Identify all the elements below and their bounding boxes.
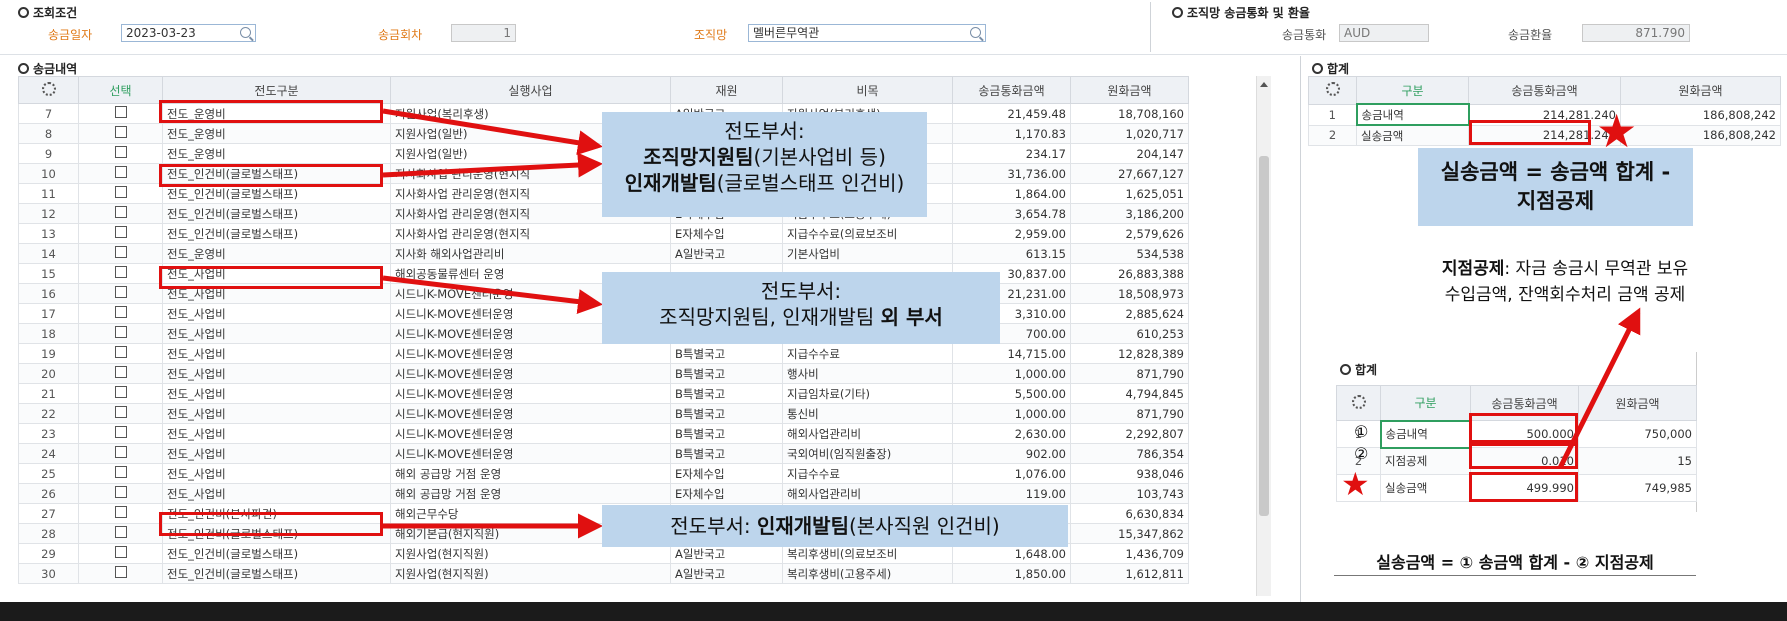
callout-text: 조직망지원팀, 인재개발팀 bbox=[659, 305, 881, 329]
formula-line: 지점공제 bbox=[1516, 189, 1595, 213]
callout-line: 조직망지원팀(기본사업비 등) bbox=[602, 144, 927, 170]
arrow-row7 bbox=[382, 108, 603, 156]
formula-callout: 실송금액 = 송금액 합계 - 지점공제 bbox=[1418, 148, 1693, 226]
callout-text: (글로벌스태프 인건비) bbox=[716, 171, 905, 195]
callout-bold: 인재개발팀 bbox=[756, 514, 849, 538]
callout-dept-3: 전도부서: 인재개발팀(본사직원 인건비) bbox=[602, 505, 1068, 547]
arrow-row15 bbox=[382, 275, 603, 315]
callout-text: 전도부서: bbox=[670, 514, 757, 538]
deduct-note-bold: 지점공제 bbox=[1441, 259, 1505, 279]
callout-line: 조직망지원팀, 인재개발팀 외 부서 bbox=[602, 304, 1000, 330]
callout-dept-2: 전도부서: 조직망지원팀, 인재개발팀 외 부서 bbox=[602, 272, 1000, 344]
arrow-deduct bbox=[1557, 307, 1641, 470]
circle-marker-1: ① bbox=[1354, 422, 1369, 441]
callout-bold: 인재개발팀 bbox=[624, 171, 717, 195]
callout-line: 인재개발팀(글로벌스태프 인건비) bbox=[602, 170, 927, 196]
callout-line: 전도부서: bbox=[760, 279, 842, 303]
formula-line: 실송금액 = 송금액 합계 - bbox=[1440, 160, 1671, 184]
bottom-formula: 실송금액 = ① 송금액 합계 - ② 지점공제 bbox=[1376, 553, 1654, 572]
callout-text: (본사직원 인건비) bbox=[848, 514, 1000, 538]
deduct-note-text: : 자금 송금시 무역관 보유 bbox=[1504, 259, 1689, 279]
deduct-note-line: 지점공제: 자금 송금시 무역관 보유 bbox=[1400, 256, 1730, 282]
callout-bold: 조직망지원팀 bbox=[643, 145, 754, 169]
star-icon: ★ bbox=[1596, 104, 1638, 158]
arrow-row10 bbox=[382, 152, 603, 178]
inset-divider bbox=[1334, 575, 1696, 576]
star-icon: ★ bbox=[1341, 465, 1370, 503]
deduct-note-line: 수입금액, 잔액회수처리 금액 공제 bbox=[1444, 285, 1686, 305]
callout-line: 전도부서: bbox=[724, 119, 805, 143]
window-bottom-bar bbox=[0, 602, 1787, 621]
callout-text: (기본사업비 등) bbox=[753, 145, 886, 169]
deduct-note: 지점공제: 자금 송금시 무역관 보유 수입금액, 잔액회수처리 금액 공제 bbox=[1400, 256, 1730, 308]
circle-marker-2: ② bbox=[1354, 444, 1369, 463]
callout-bold: 외 부서 bbox=[880, 305, 943, 329]
callout-dept-1: 전도부서: 조직망지원팀(기본사업비 등) 인재개발팀(글로벌스태프 인건비) bbox=[602, 112, 927, 217]
